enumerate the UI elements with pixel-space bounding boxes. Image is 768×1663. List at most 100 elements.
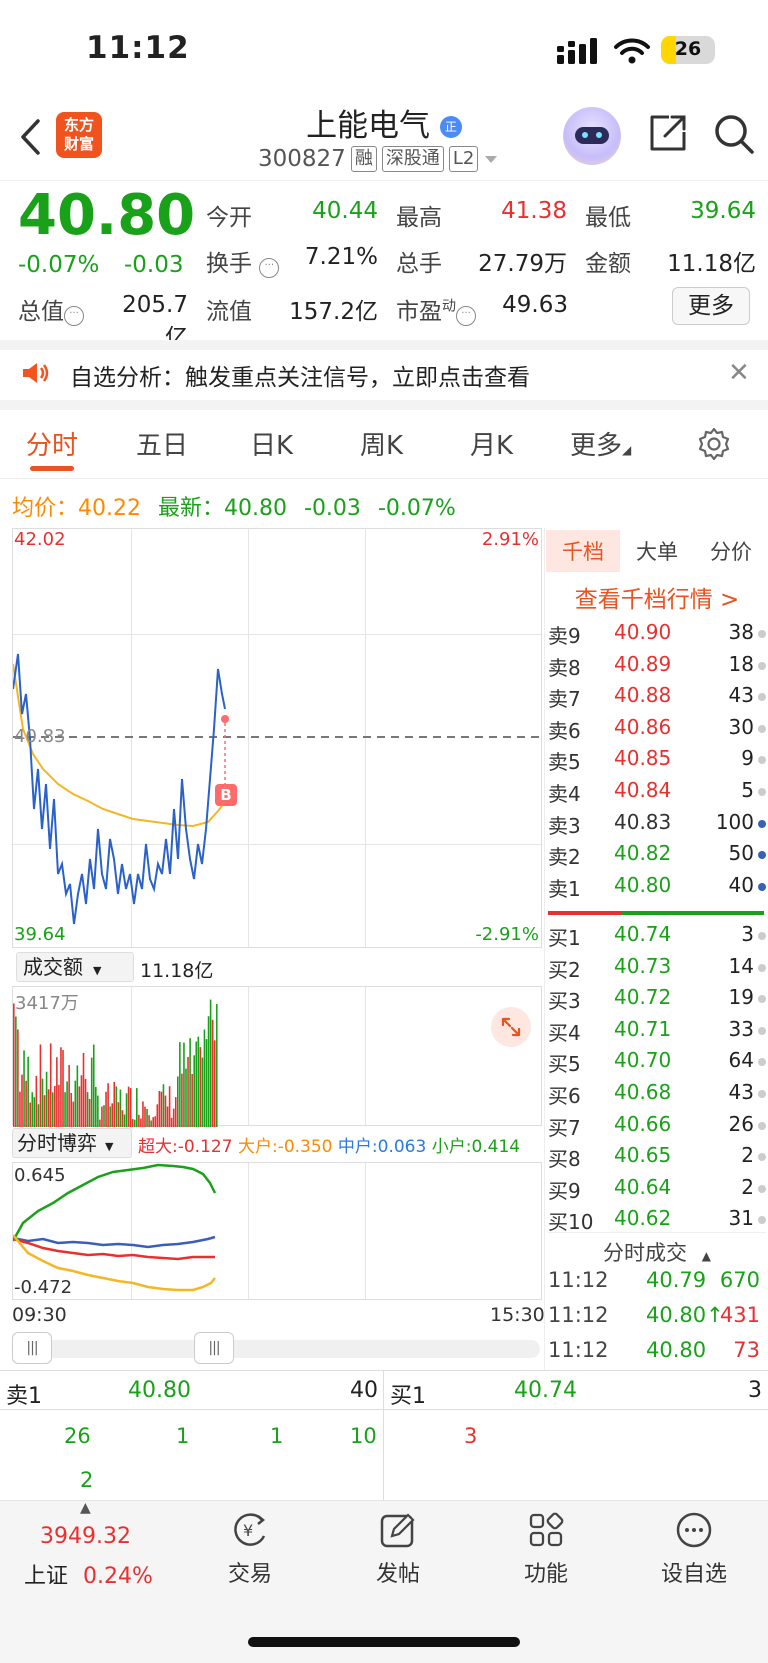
ask-label: 卖7 — [548, 687, 581, 712]
nav-functions-label: 功能 — [523, 1562, 568, 1587]
ask-row[interactable]: 卖5 40.85 9 — [548, 746, 766, 777]
buy-marker[interactable]: B — [215, 784, 237, 806]
tab-intraday[interactable]: 分时 — [26, 425, 78, 462]
info-dots-icon[interactable]: ··· — [64, 306, 84, 326]
volume-bar — [195, 1041, 198, 1127]
more-quote-button[interactable]: 更多 — [672, 287, 750, 325]
game-selector-label: 分时博弈 — [17, 1131, 97, 1155]
notice-banner[interactable]: 自选分析：触发重点关注信号，立即点击查看 — [70, 358, 530, 392]
share-icon[interactable] — [647, 112, 689, 154]
bid-dot-icon — [758, 995, 766, 1004]
expand-icon[interactable] — [491, 1007, 531, 1047]
volume-bar — [209, 999, 212, 1127]
volume-bar — [148, 1115, 150, 1127]
bid-price: 40.65 — [614, 1143, 672, 1168]
game-chart[interactable]: 0.645 -0.472 — [12, 1162, 542, 1300]
nav-add-watchlist[interactable]: 设自选 — [644, 1510, 744, 1588]
volume-bar — [43, 1095, 46, 1127]
volume-selector[interactable]: 成交额 ▼ — [16, 952, 134, 982]
ask-volume: 43 — [728, 683, 754, 708]
tag-margin: 融 — [350, 146, 377, 172]
tab-weekly-k[interactable]: 周K — [360, 425, 403, 462]
volume-bar — [123, 1114, 126, 1127]
stock-code-row[interactable]: 300827 融 深股通 L2 — [258, 146, 499, 172]
game-selector[interactable]: 分时博弈 ▼ — [12, 1128, 132, 1158]
ask-row[interactable]: 卖2 40.82 50 — [548, 841, 766, 872]
settings-gear-icon[interactable] — [696, 426, 732, 462]
bid-dot-icon — [758, 932, 766, 940]
volume-bar — [191, 1073, 193, 1127]
info-dots-icon[interactable]: ··· — [456, 306, 476, 326]
tab-big-orders[interactable]: 大单 — [620, 530, 694, 572]
close-icon[interactable]: ✕ — [728, 358, 750, 388]
nav-post[interactable]: 发帖 — [348, 1510, 448, 1588]
index-pct: 0.24% — [83, 1564, 153, 1589]
nav-functions[interactable]: 功能 — [496, 1510, 596, 1588]
x-start-label: 09:30 — [12, 1304, 67, 1326]
ask-row[interactable]: 卖8 40.89 18 — [548, 652, 766, 683]
tab-daily-k[interactable]: 日K — [250, 425, 293, 462]
bid-price: 40.73 — [614, 953, 672, 978]
bid-row[interactable]: 买8 40.65 2 — [548, 1143, 766, 1174]
tab-monthly-k[interactable]: 月K — [470, 425, 513, 462]
bid-row[interactable]: 买3 40.72 19 — [548, 985, 766, 1016]
search-icon[interactable] — [712, 112, 756, 156]
y-min-label: 39.64 — [14, 924, 66, 945]
index-ticker[interactable]: 上证 0.24% — [24, 1558, 153, 1590]
trades-header[interactable]: 分时成交 ▲ — [548, 1232, 766, 1267]
volume-bar — [80, 1075, 83, 1127]
bid-label: 买8 — [548, 1147, 581, 1172]
volume-bar — [129, 1088, 132, 1127]
volume-bar — [27, 1056, 29, 1127]
bid-row[interactable]: 买1 40.74 3 — [548, 922, 766, 953]
ai-assistant-avatar[interactable] — [563, 107, 621, 165]
low-value: 39.64 — [690, 198, 756, 224]
ask-row[interactable]: 卖1 40.80 40 — [548, 873, 766, 904]
volume-chart[interactable]: 3417万 — [12, 986, 542, 1127]
ask-row[interactable]: 卖6 40.86 30 — [548, 715, 766, 746]
volume-bar — [162, 1084, 165, 1127]
volume-bar — [172, 1108, 175, 1127]
tab-price-distribution[interactable]: 分价 — [694, 530, 768, 572]
ask-row[interactable]: 卖4 40.84 5 — [548, 778, 766, 809]
volume-bar — [189, 1038, 191, 1127]
bid-row[interactable]: 买7 40.66 26 — [548, 1112, 766, 1143]
nav-trade[interactable]: ¥ 交易 — [200, 1510, 300, 1588]
slider-right-handle[interactable]: ||| — [194, 1332, 234, 1364]
ask-row[interactable]: 卖3 40.83 100 — [548, 810, 766, 841]
ask-volume: 5 — [741, 778, 754, 802]
small-label: 小户: — [431, 1137, 472, 1157]
volume-bar — [88, 1098, 91, 1127]
index-value[interactable]: 3949.32 — [40, 1524, 131, 1549]
volume-bar — [68, 1065, 70, 1127]
ask-dot-icon — [758, 819, 766, 828]
volume-bar — [119, 1089, 122, 1127]
stock-name: 上能电气 — [306, 108, 431, 144]
bid-row[interactable]: 买2 40.73 14 — [548, 954, 766, 985]
ask-row[interactable]: 卖7 40.88 43 — [548, 683, 766, 714]
bid-row[interactable]: 买5 40.70 64 — [548, 1048, 766, 1079]
bid-row[interactable]: 买9 40.64 2 — [548, 1175, 766, 1206]
intraday-chart[interactable]: B 42.02 40.83 39.64 2.91% -2.91% — [12, 528, 543, 948]
volume-bar — [168, 1086, 171, 1127]
volume-bar — [177, 1076, 179, 1127]
ask-row[interactable]: 卖9 40.90 38 — [548, 620, 766, 651]
dropdown-triangle-icon: ▼ — [105, 1140, 114, 1153]
volume-bar — [140, 1118, 142, 1127]
sell-queue-item: 2 — [80, 1468, 94, 1492]
volume-bar — [203, 1029, 206, 1127]
view-thousand-levels-link[interactable]: 查看千档行情 > — [546, 580, 768, 614]
slider-left-handle[interactable]: ||| — [12, 1332, 52, 1364]
tab-five-day[interactable]: 五日 — [136, 425, 188, 462]
volume-bar — [136, 1088, 138, 1127]
time-range-slider[interactable] — [12, 1340, 540, 1358]
volume-bar — [158, 1091, 161, 1127]
trade-price: 40.80 — [646, 1338, 707, 1362]
bid-row[interactable]: 买4 40.71 33 — [548, 1017, 766, 1048]
info-dots-icon[interactable]: ··· — [259, 258, 280, 278]
volume-bar — [82, 1053, 85, 1127]
volume-bar — [174, 1097, 177, 1127]
tab-thousand-levels[interactable]: 千档 — [546, 530, 620, 572]
tab-more[interactable]: 更多◢ — [570, 425, 631, 462]
bid-row[interactable]: 买6 40.68 43 — [548, 1080, 766, 1111]
